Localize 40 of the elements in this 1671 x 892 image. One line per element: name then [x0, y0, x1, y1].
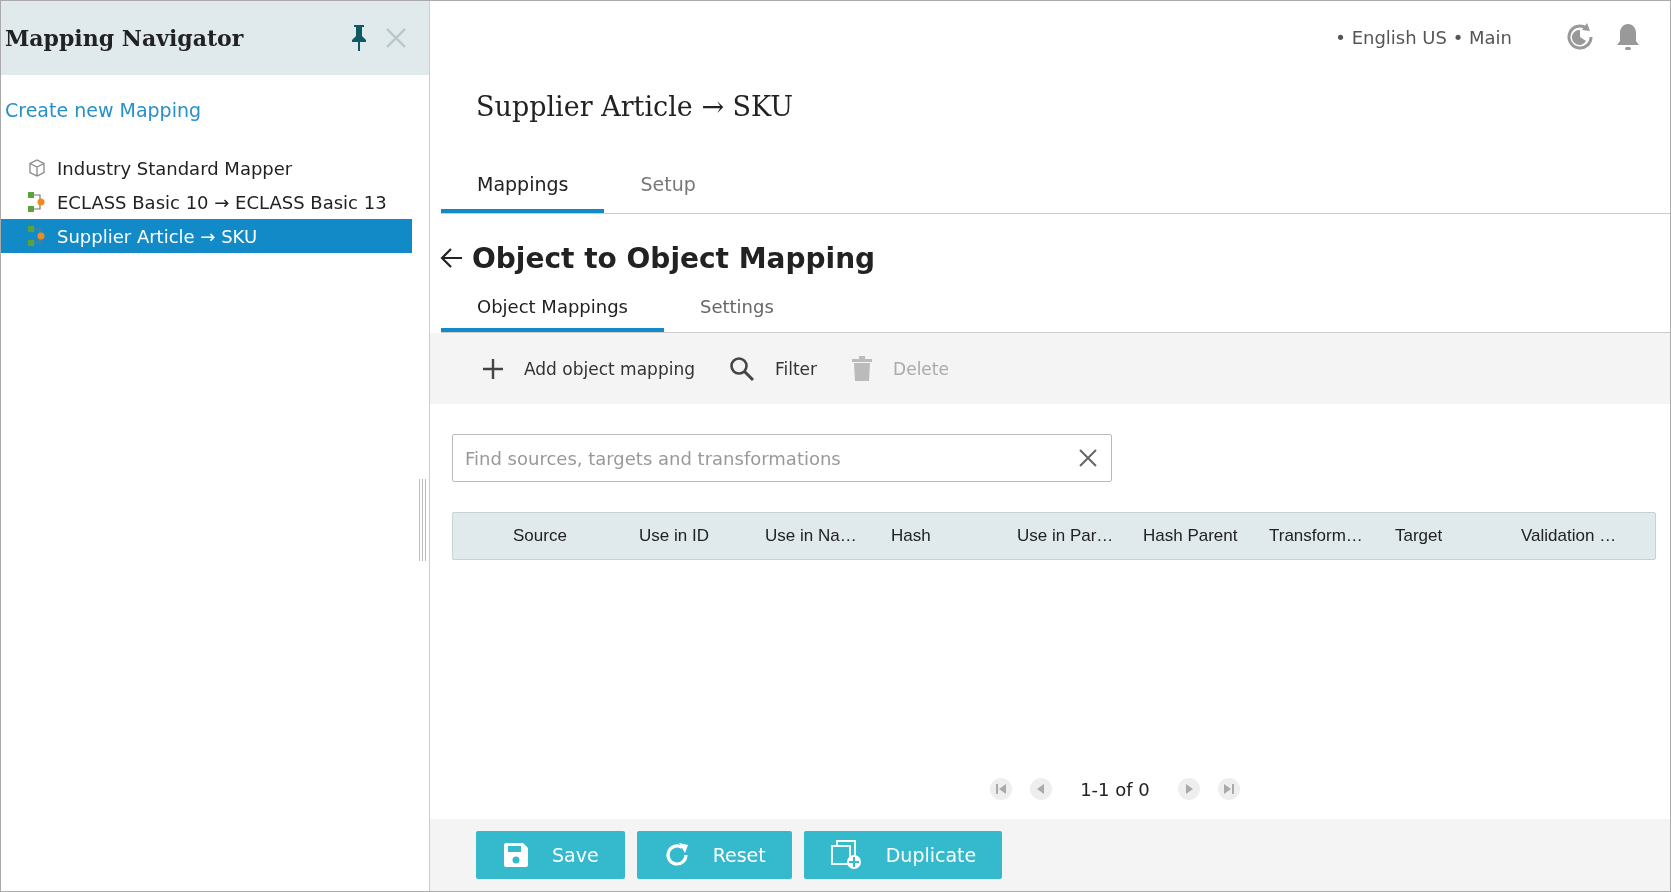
tree-item[interactable]: ECLASS Basic 10 → ECLASS Basic 13 [1, 185, 412, 219]
tree-item[interactable]: Supplier Article → SKU [1, 219, 412, 253]
column-header[interactable]: Use in ID [639, 526, 765, 546]
page-range: 1-1 of 0 [1080, 778, 1150, 800]
next-page-icon[interactable] [1177, 778, 1200, 800]
column-header[interactable]: Transform… [1269, 526, 1395, 546]
tab[interactable]: Mappings [441, 159, 605, 213]
column-header[interactable]: Hash Parent [1143, 526, 1269, 546]
search-field[interactable]: Find sources, targets and transformations [452, 434, 1112, 482]
cube-icon [27, 158, 47, 178]
pin-icon[interactable] [349, 24, 369, 52]
context-label: • English US • Main [1335, 26, 1512, 48]
bell-icon[interactable] [1614, 21, 1642, 53]
first-page-icon[interactable] [990, 778, 1013, 800]
column-header[interactable]: Target [1395, 526, 1521, 546]
trash-icon [851, 355, 874, 382]
column-header[interactable]: Source [513, 526, 639, 546]
search-icon [728, 355, 755, 382]
column-header[interactable]: Validation … [1521, 526, 1647, 546]
filter-button[interactable]: Filter [728, 355, 818, 382]
mapping-icon [27, 191, 47, 213]
clear-icon[interactable] [1078, 448, 1098, 468]
column-header[interactable]: Hash [891, 526, 1017, 546]
column-header[interactable]: Use in Na… [765, 526, 891, 546]
close-icon[interactable] [385, 27, 407, 49]
tab[interactable]: Settings [664, 286, 810, 332]
tab[interactable]: Setup [604, 159, 732, 213]
back-arrow-icon[interactable] [440, 247, 464, 269]
last-page-icon[interactable] [1217, 778, 1240, 800]
create-mapping-link[interactable]: Create new Mapping [5, 99, 429, 121]
column-header[interactable]: Use in Par… [1017, 526, 1143, 546]
previous-page-icon[interactable] [1030, 778, 1053, 800]
plus-icon [482, 357, 504, 380]
tree-item[interactable]: Industry Standard Mapper [1, 151, 412, 185]
duplicate-icon [829, 840, 864, 870]
mapping-icon [27, 225, 47, 247]
sidebar-title: Mapping Navigator [5, 25, 245, 51]
section-title: Object to Object Mapping [472, 241, 876, 275]
page-title: Supplier Article → SKU [476, 91, 795, 124]
add-button[interactable]: Add object mapping [482, 357, 695, 380]
